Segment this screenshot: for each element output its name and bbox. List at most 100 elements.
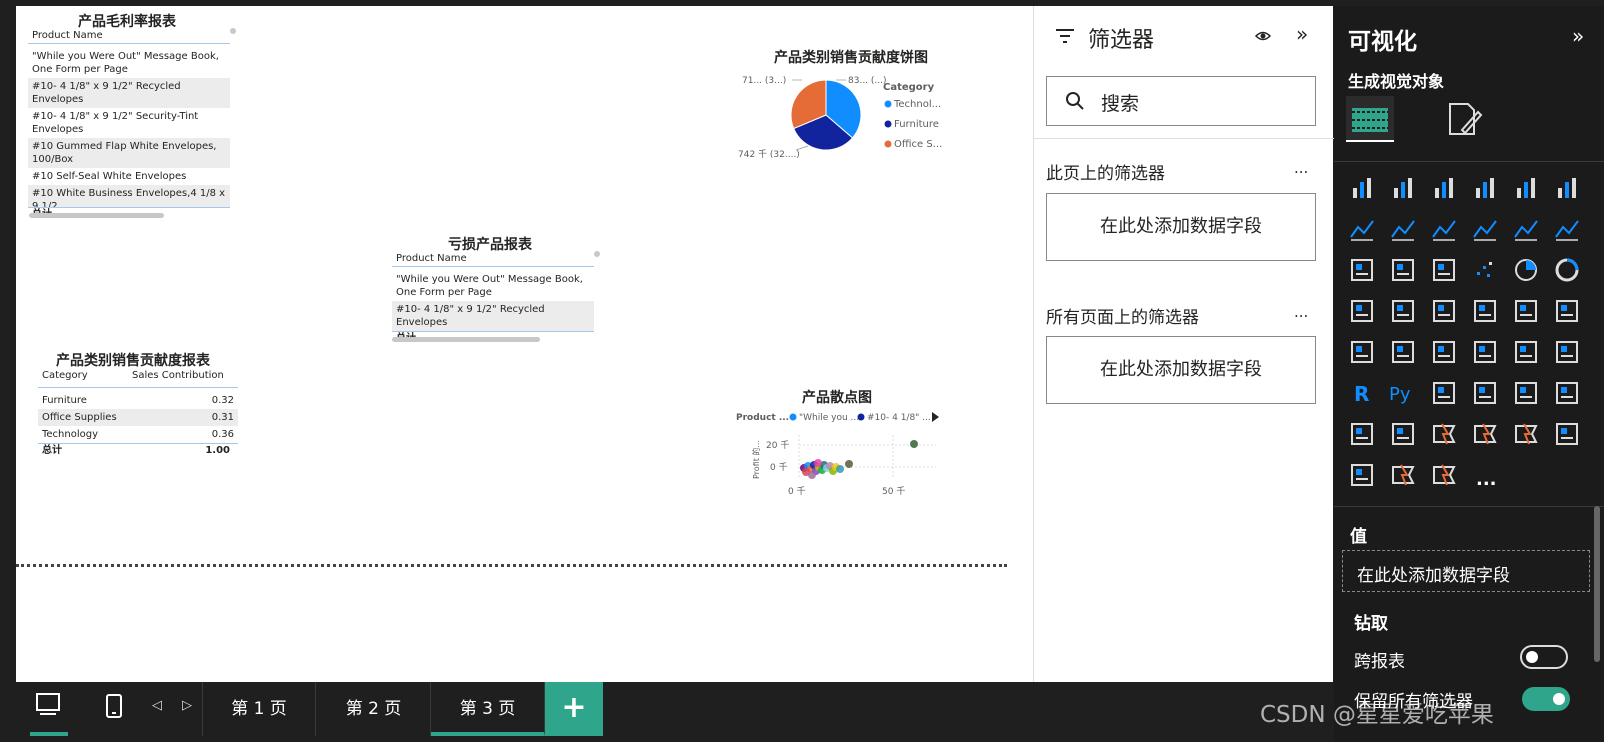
horizontal-scrollbar[interactable] — [29, 213, 164, 218]
pie-legend-item[interactable]: Technol... — [893, 99, 941, 110]
card-icon[interactable] — [1553, 297, 1581, 325]
vertical-scrollbar[interactable] — [1594, 506, 1600, 662]
funnel-icon[interactable] — [1430, 256, 1458, 284]
report-canvas[interactable]: 产品毛利率报表 Product Name "While you Were Out… — [16, 6, 1033, 682]
legend-next-icon[interactable] — [932, 412, 939, 422]
collapse-filters-icon[interactable]: » — [1296, 22, 1308, 46]
ribbon-chart-icon[interactable] — [1348, 256, 1376, 284]
pie-chart[interactable]: 71... (3...) 83... (...) 742 千 (32....) … — [736, 68, 966, 168]
line-column-icon[interactable] — [1512, 215, 1540, 243]
pie-legend-item[interactable]: Furniture — [894, 119, 939, 130]
100-column-icon[interactable] — [1553, 174, 1581, 202]
arcgis-icon[interactable] — [1348, 461, 1376, 489]
keep-all-filters-toggle[interactable] — [1522, 687, 1570, 711]
table-scroll-dot[interactable] — [594, 251, 600, 257]
python-visual-icon[interactable]: Py — [1389, 379, 1417, 407]
horizontal-scrollbar[interactable] — [392, 337, 540, 342]
next-page-icon[interactable]: ▷ — [182, 698, 192, 713]
flow2-icon[interactable] — [1430, 461, 1458, 489]
power-flow-icon[interactable] — [1512, 420, 1540, 448]
filter-search-input[interactable]: 搜索 — [1046, 76, 1316, 126]
pie-legend-item[interactable]: Office S... — [894, 139, 942, 150]
table-header[interactable]: Product Name — [28, 28, 230, 44]
waterfall-icon[interactable] — [1389, 256, 1417, 284]
line-clustered-icon[interactable] — [1553, 215, 1581, 243]
table-icon[interactable] — [1471, 338, 1499, 366]
decomposition-tree-icon[interactable] — [1471, 379, 1499, 407]
visual-types-gallery[interactable]: R Py — [1334, 6, 1604, 506]
goals-icon[interactable] — [1348, 420, 1376, 448]
power-apps-icon[interactable] — [1430, 420, 1458, 448]
key-influencers-icon[interactable] — [1430, 379, 1458, 407]
mobile-view-icon[interactable] — [104, 692, 124, 722]
scatter-chart[interactable]: Product ... "While you ... #10- 4 1/8" .… — [736, 405, 976, 505]
stacked-bar-icon[interactable] — [1348, 174, 1376, 202]
loss-table[interactable]: Product Name "While you Were Out" Messag… — [392, 251, 594, 345]
tab-page-3[interactable]: 第 3 页 — [431, 682, 545, 736]
powerapps2-icon[interactable] — [1389, 461, 1417, 489]
table-row[interactable]: "While you Were Out" Message Book, One F… — [392, 271, 594, 301]
tab-page-2[interactable]: 第 2 页 — [317, 682, 431, 736]
clustered-column-icon[interactable] — [1471, 174, 1499, 202]
stacked-area-icon[interactable] — [1430, 215, 1458, 243]
table-row[interactable]: "While you Were Out" Message Book, One F… — [28, 48, 230, 78]
100-bar-icon[interactable] — [1512, 174, 1540, 202]
eye-icon[interactable] — [1254, 28, 1272, 44]
matrix-icon[interactable] — [1512, 338, 1540, 366]
scatter-points[interactable] — [800, 440, 918, 479]
desktop-view-button[interactable] — [30, 682, 68, 736]
kpi-icon[interactable] — [1389, 338, 1417, 366]
all-pages-filters-dropzone[interactable]: 在此处添加数据字段 — [1046, 336, 1316, 404]
treemap-icon[interactable] — [1348, 297, 1376, 325]
matrix2-icon[interactable] — [1553, 338, 1581, 366]
qa-icon[interactable] — [1512, 379, 1540, 407]
add-page-button[interactable]: + — [545, 682, 603, 736]
multi-card-icon[interactable] — [1348, 338, 1376, 366]
map-icon[interactable] — [1389, 297, 1417, 325]
table-row[interactable]: Furniture 0.32 — [38, 392, 238, 409]
filters-pane[interactable]: 筛选器 » 搜索 此页上的筛选器 ... 在此处添加数据字段 所有页面上的筛选器… — [1033, 6, 1334, 682]
table-row[interactable]: #10 White Business Envelopes,4 1/8 x 9 1… — [28, 185, 230, 207]
more-options-icon[interactable]: ... — [1294, 159, 1308, 177]
paginated-icon[interactable] — [1389, 420, 1417, 448]
column-header-sales-contribution[interactable]: Sales Contribution — [132, 368, 232, 384]
visualizations-pane[interactable]: 可视化 » 生成视觉对象 R Py ... 值 在此处添加数据字段 钻取 跨报表 … — [1334, 6, 1604, 742]
table-scroll-dot[interactable] — [230, 28, 236, 34]
clustered-bar-icon[interactable] — [1430, 174, 1458, 202]
table-header[interactable]: Product Name — [392, 251, 594, 267]
cross-report-toggle[interactable] — [1520, 645, 1568, 669]
more-options-icon[interactable]: ... — [1294, 303, 1308, 321]
r-visual-icon[interactable]: R — [1348, 379, 1376, 407]
line-area-icon[interactable] — [1471, 215, 1499, 243]
table-row[interactable]: #10 Self-Seal White Envelopes — [28, 168, 230, 185]
image-icon[interactable] — [1553, 420, 1581, 448]
donut-icon[interactable] — [1553, 256, 1581, 284]
slicer-icon[interactable] — [1430, 338, 1458, 366]
column-header-category[interactable]: Category — [42, 368, 132, 384]
more-visuals-icon[interactable]: ... — [1476, 469, 1497, 490]
power-automate-icon[interactable] — [1471, 420, 1499, 448]
table-row[interactable]: Technology 0.36 — [38, 426, 238, 443]
area-chart-icon[interactable] — [1389, 215, 1417, 243]
contribution-table[interactable]: Category Sales Contribution Furniture 0.32… — [38, 368, 238, 457]
pie-icon[interactable] — [1512, 256, 1540, 284]
page-navigation-bar[interactable]: ◁ ▷ 第 1 页 第 2 页 第 3 页 + — [16, 682, 1334, 738]
stacked-column-icon[interactable] — [1389, 174, 1417, 202]
table-row[interactable]: #10- 4 1/8" x 9 1/2" Recycled Envelopes — [392, 301, 594, 331]
margin-table[interactable]: Product Name "While you Were Out" Messag… — [28, 28, 230, 221]
filled-map-icon[interactable] — [1430, 297, 1458, 325]
table-row[interactable]: Office Supplies 0.31 — [38, 409, 238, 426]
gauge-icon[interactable] — [1512, 297, 1540, 325]
prev-page-icon[interactable]: ◁ — [152, 698, 162, 713]
scatter-legend-item[interactable]: "While you ... — [799, 413, 859, 423]
table-row[interactable]: #10 Gummed Flap White Envelopes, 100/Box — [28, 138, 230, 168]
table-row[interactable]: #10- 4 1/8" x 9 1/2" Recycled Envelopes — [28, 78, 230, 108]
narrative-icon[interactable] — [1553, 379, 1581, 407]
page-filters-dropzone[interactable]: 在此处添加数据字段 — [1046, 193, 1316, 261]
values-dropzone[interactable]: 在此处添加数据字段 — [1342, 550, 1590, 592]
azure-map-icon[interactable] — [1471, 297, 1499, 325]
line-chart-icon[interactable] — [1348, 215, 1376, 243]
scatter-legend-item[interactable]: #10- 4 1/8" ... — [867, 413, 931, 423]
table-row[interactable]: #10- 4 1/8" x 9 1/2" Security-Tint Envel… — [28, 108, 230, 138]
tab-page-1[interactable]: 第 1 页 — [202, 682, 316, 736]
